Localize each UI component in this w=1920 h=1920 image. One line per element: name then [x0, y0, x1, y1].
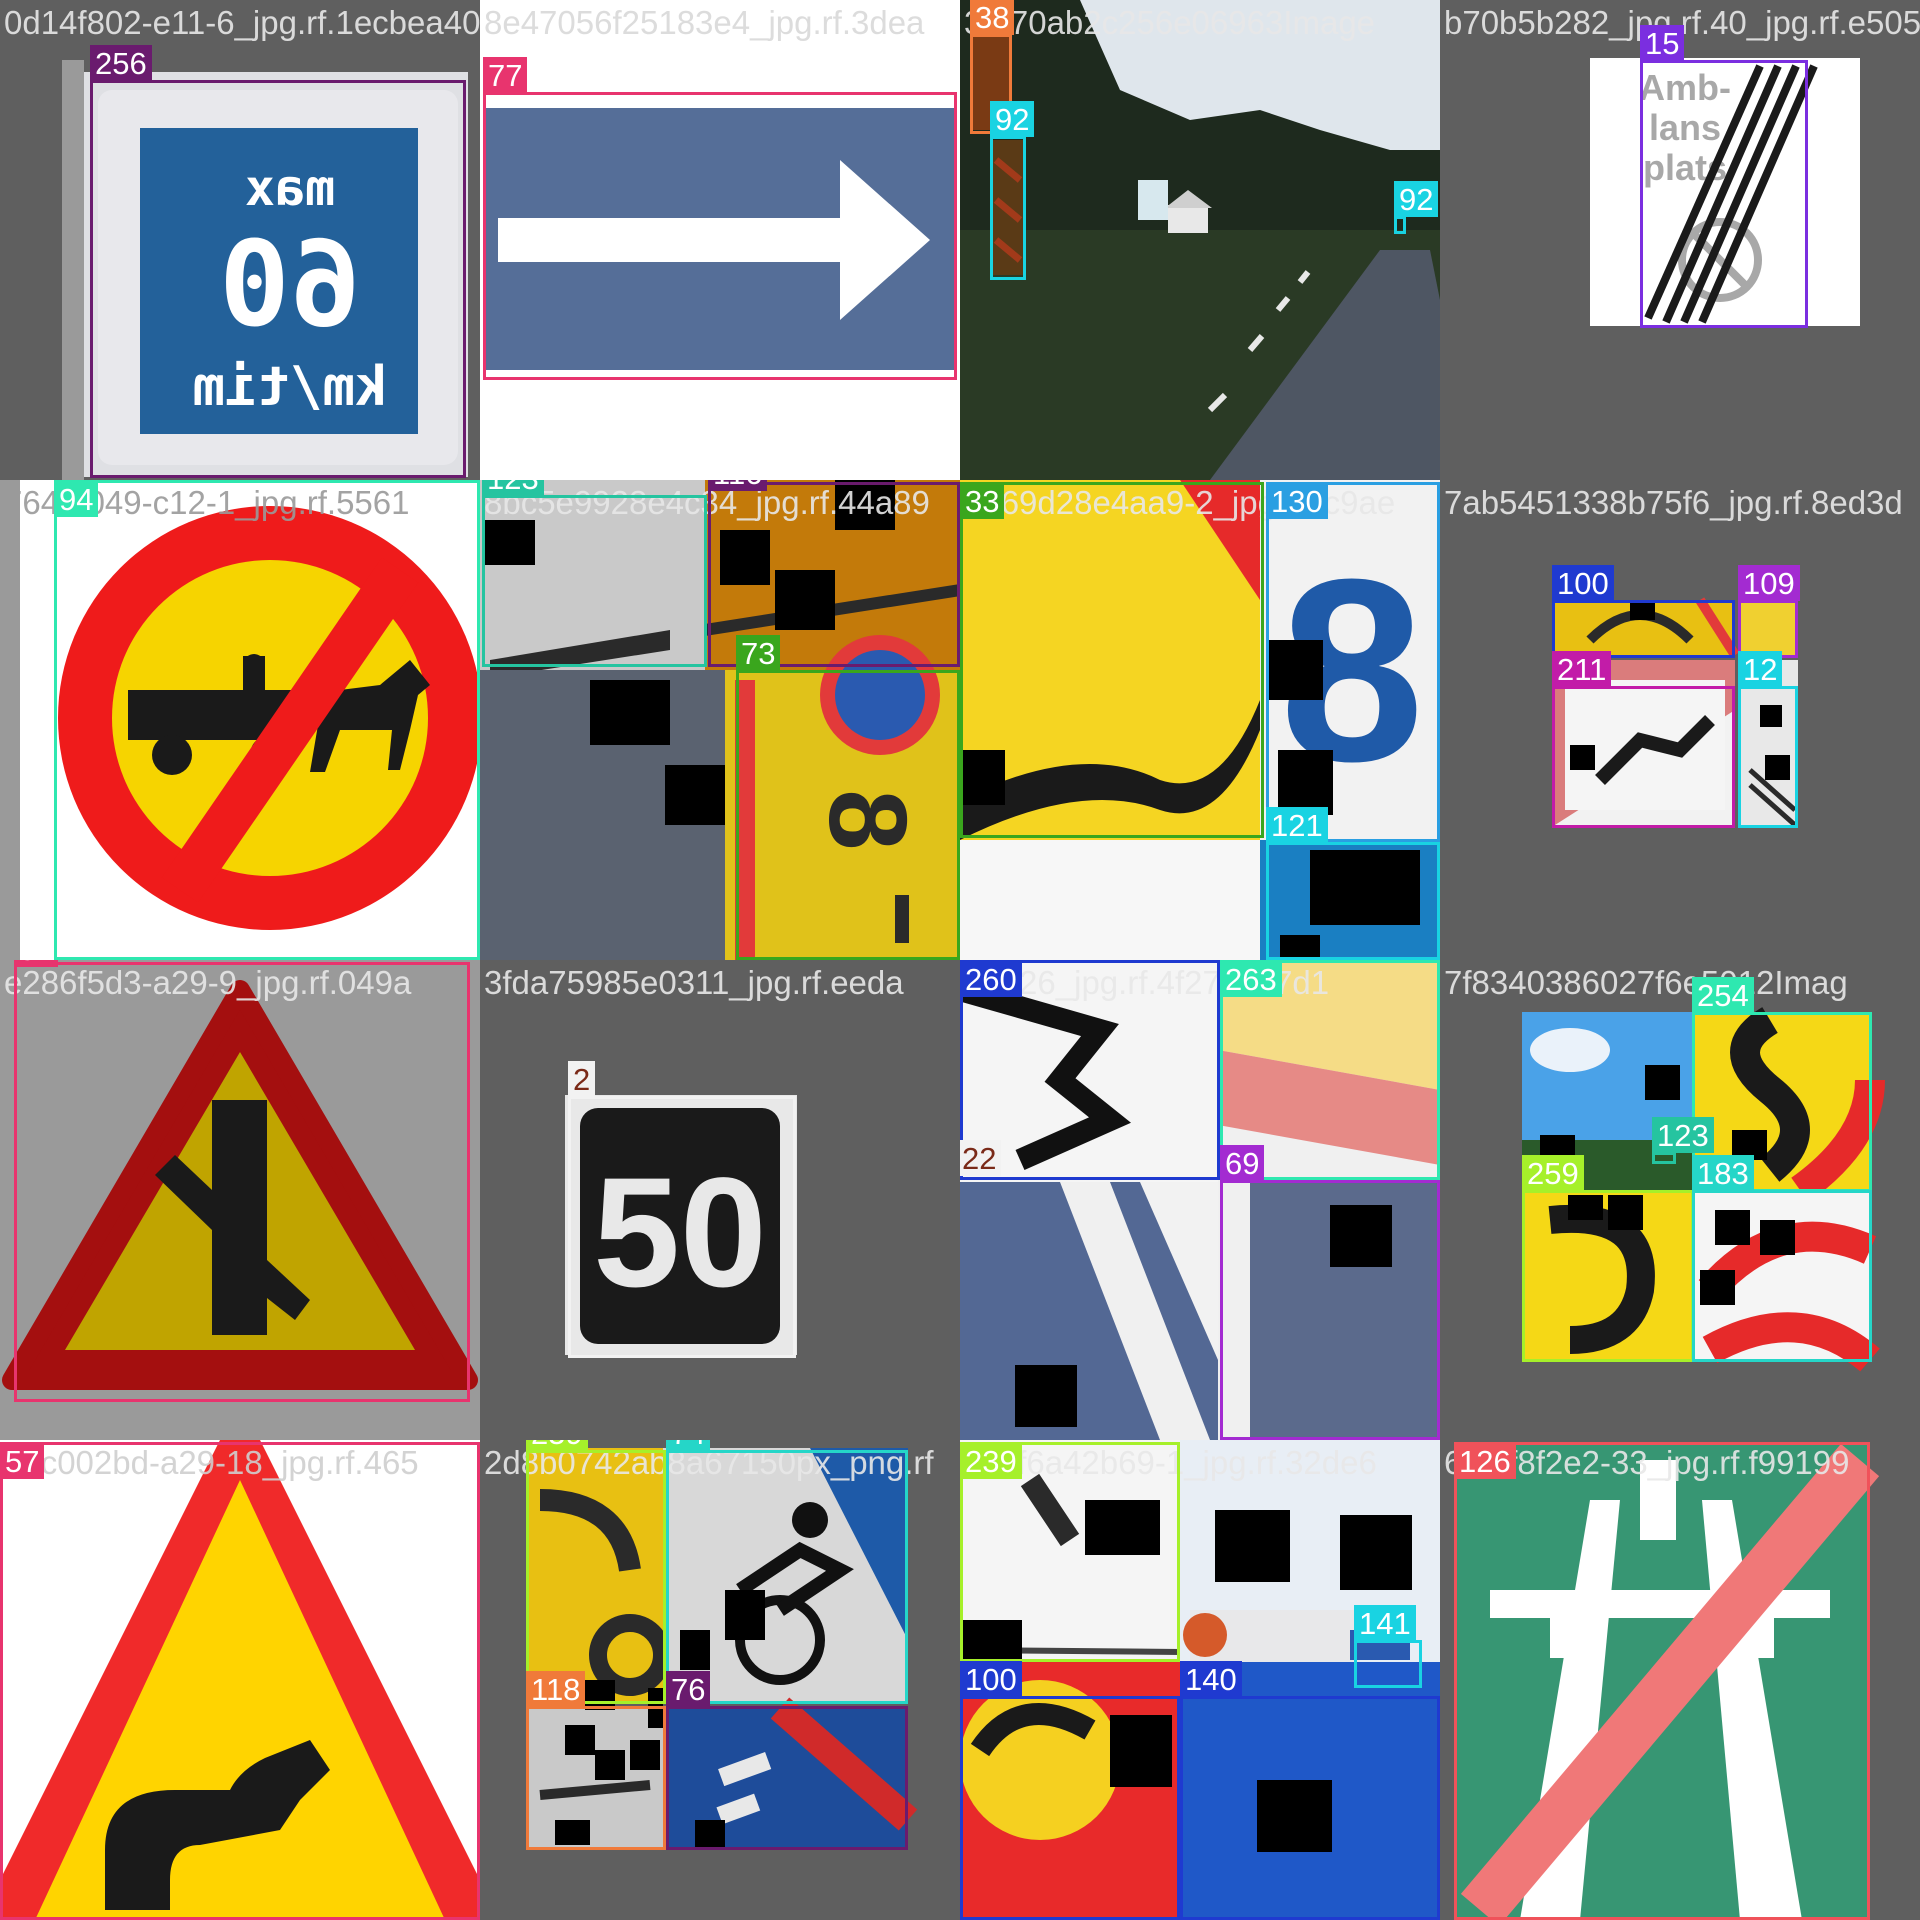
bounding-box: 109 — [1738, 565, 1800, 658]
tile-crops-b: 8 5a69d28e4aa9-2_jpg.rf.fc9ae 33 130 121 — [960, 480, 1440, 960]
tile-filename: 3f170ab2c256e06963Image — [964, 4, 1376, 41]
bounding-box: 2 — [568, 1061, 796, 1358]
bounding-box: 259 — [526, 1440, 666, 1704]
class-label: 121 — [1266, 807, 1328, 843]
class-label: 92 — [1394, 181, 1439, 217]
class-label: 57 — [14, 960, 59, 967]
tile-filename: 8e47056f25183e4_jpg.rf.3dea — [484, 4, 925, 41]
class-label: 73 — [736, 635, 781, 671]
class-label: 12 — [1738, 651, 1783, 687]
class-label: 57 — [0, 1443, 45, 1479]
bounding-box: 141 — [1354, 1605, 1422, 1688]
class-label: 123 — [1652, 1117, 1714, 1153]
class-label: 38 — [970, 0, 1015, 35]
class-label: 263 — [1220, 961, 1282, 997]
tile-crops-g: d8cf6a42b69-1_jpg.rf.32de6 239 141 100 1… — [960, 1440, 1440, 1920]
bounding-box: 69 — [1220, 1145, 1440, 1440]
class-label: 69 — [1220, 1145, 1265, 1181]
bounding-box: 130 — [1266, 482, 1440, 842]
tile-end-motorway: 6af3f8f2e2-33_jpg.rf.f99199 126 — [1440, 1440, 1920, 1920]
tile-ambulance-sign: Amb- lans plats b70b5b282_jpg.rf.40_jpg.… — [1440, 0, 1920, 480]
bounding-box: 12 — [1738, 651, 1798, 828]
bounding-box: 74 — [666, 1440, 908, 1704]
bounding-box: 123 — [482, 480, 707, 667]
class-label: 92 — [990, 101, 1035, 137]
class-label: 100 — [1552, 565, 1614, 601]
tile-filename: 3fda75985e0311_jpg.rf.eeda — [484, 964, 904, 1001]
tile-speed-50: 50 3fda75985e0311_jpg.rf.eeda 2 — [480, 960, 960, 1440]
class-label: 259 — [1522, 1155, 1584, 1191]
class-label: 77 — [483, 57, 528, 93]
class-label: 2 — [568, 1061, 596, 1097]
bounding-box: 183 — [1692, 1155, 1872, 1362]
class-label: 123 — [482, 480, 544, 496]
tile-max-60-sign: max 60 km/tim 0d14f802-e11-6_jpg.rf.1ecb… — [0, 0, 480, 480]
class-label: 254 — [1692, 977, 1754, 1013]
class-label: 118 — [526, 1671, 586, 1707]
bounding-box: 118 — [526, 1671, 666, 1850]
bounding-box: 73 — [736, 635, 960, 960]
bounding-box: 211 — [1552, 651, 1735, 828]
bounding-box: 15 — [1640, 25, 1808, 328]
bounding-box: 140 — [1180, 1661, 1440, 1920]
bounding-box: 33 — [960, 482, 1264, 838]
bounding-box: 76 — [666, 1671, 908, 1850]
tile-arrow-sign: 8e47056f25183e4_jpg.rf.3dea 77 — [480, 0, 960, 480]
tile-filename: 7f8340386027f6e5012Imag — [1444, 964, 1848, 1001]
tile-road-scene: 3f170ab2c256e06963Image 38 92 92 — [960, 0, 1440, 480]
tile-right-curve-warning: 17c002bd-a29-18_jpg.rf.465 57 — [0, 1440, 480, 1920]
bounding-box: 94 — [54, 480, 480, 960]
bounding-box: 239 — [960, 1442, 1180, 1662]
class-label: 256 — [90, 45, 152, 81]
bounding-box: 22 — [960, 1140, 1218, 1440]
tile-no-horse-cart: 7640f049-c12-1_jpg.rf.5561 94 — [0, 480, 480, 960]
tile-filename: 0d14f802-e11-6_jpg.rf.1ecbea405561425183… — [4, 4, 480, 41]
training-batch-mosaic: max 60 km/tim 0d14f802-e11-6_jpg.rf.1ecb… — [0, 0, 1920, 1920]
class-label: 126 — [1454, 1443, 1516, 1479]
bounding-box: 92 — [990, 101, 1035, 280]
class-label: 116 — [708, 480, 768, 491]
class-label: 22 — [960, 1140, 1002, 1176]
class-label: 94 — [54, 481, 99, 517]
tile-crops-c: 7ab5451338b75f6_jpg.rf.8ed3d 100 109 211… — [1440, 480, 1920, 960]
class-label: 109 — [1738, 565, 1800, 601]
class-label: 33 — [960, 483, 1005, 519]
bounding-box: 259 — [1522, 1155, 1694, 1362]
class-label: 211 — [1552, 651, 1612, 687]
class-label: 141 — [1354, 1605, 1416, 1641]
class-label: 140 — [1180, 1661, 1242, 1697]
bounding-box: 256 — [90, 45, 466, 478]
class-label: 239 — [960, 1443, 1022, 1479]
bounding-box: 100 — [960, 1661, 1180, 1920]
class-label: 74 — [666, 1440, 711, 1451]
class-label: 183 — [1692, 1155, 1754, 1191]
tile-filename: 7ab5451338b75f6_jpg.rf.8ed3d — [1444, 484, 1903, 521]
tile-crops-d: 3b426_jpg.rf.4f27ece7d1 260 263 22 69 — [960, 960, 1440, 1440]
bounding-box: 77 — [483, 57, 957, 380]
tile-crops-e: 7f8340386027f6e5012Imag 254 123 259 183 — [1440, 960, 1920, 1440]
class-label: 259 — [526, 1440, 588, 1451]
tile-crops-f: 2d8b0742ab8a67150px_png.rf 259 74 118 76 — [480, 1440, 960, 1920]
bounding-box: 57 — [0, 1442, 480, 1920]
bounding-box: 57 — [14, 960, 470, 1402]
evening-road-photo — [960, 0, 1440, 480]
bounding-box: 92 — [1394, 181, 1439, 234]
class-label: 15 — [1640, 25, 1685, 61]
class-label: 100 — [960, 1661, 1022, 1697]
bounding-box: 121 — [1266, 807, 1440, 960]
bounding-box: 100 — [1552, 565, 1735, 658]
class-label: 260 — [960, 961, 1022, 997]
bounding-box: 123 — [1652, 1117, 1714, 1164]
tile-crops-a: 8 8bc5e9928e4c34_jpg.rf.44a89 123 116 73 — [480, 480, 960, 960]
tile-side-road-warning: e286f5d3-a29-9_jpg.rf.049a 57 — [0, 960, 480, 1440]
class-label: 130 — [1266, 483, 1328, 519]
bounding-box: 126 — [1454, 1442, 1870, 1920]
class-label: 76 — [666, 1671, 711, 1707]
